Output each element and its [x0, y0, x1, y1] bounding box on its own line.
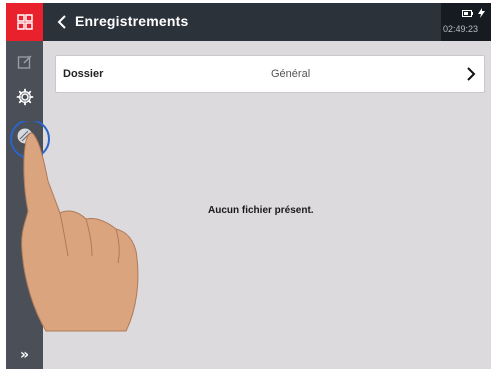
folder-selector[interactable]: Dossier Général — [55, 55, 485, 93]
status-area: 02:49:23 — [441, 3, 491, 41]
edit-button[interactable] — [6, 47, 43, 77]
pointing-hand-image — [10, 121, 139, 332]
charging-bolt-icon — [478, 8, 485, 18]
empty-state-message: Aucun fichier présent. — [208, 205, 314, 216]
folder-value: Général — [271, 68, 311, 80]
home-grid-icon — [16, 14, 33, 30]
chevron-right-icon — [467, 67, 476, 81]
battery-icon — [462, 9, 473, 17]
expand-sidebar-button[interactable]: » — [6, 341, 43, 369]
back-button[interactable] — [51, 11, 73, 33]
header-bar: Enregistrements 02:49:23 — [43, 3, 491, 41]
home-button[interactable] — [6, 3, 43, 41]
edit-icon — [17, 55, 32, 69]
folder-label: Dossier — [63, 68, 104, 80]
clock: 02:49:23 — [443, 24, 479, 34]
gear-icon — [16, 88, 33, 106]
settings-button[interactable] — [6, 82, 43, 112]
double-chevron-right-icon: » — [19, 347, 30, 363]
app-window: » Enregistrements 02:49:23 Dossier Génér… — [6, 3, 491, 369]
page-title: Enregistrements — [75, 13, 189, 29]
chevron-left-icon — [57, 15, 66, 29]
